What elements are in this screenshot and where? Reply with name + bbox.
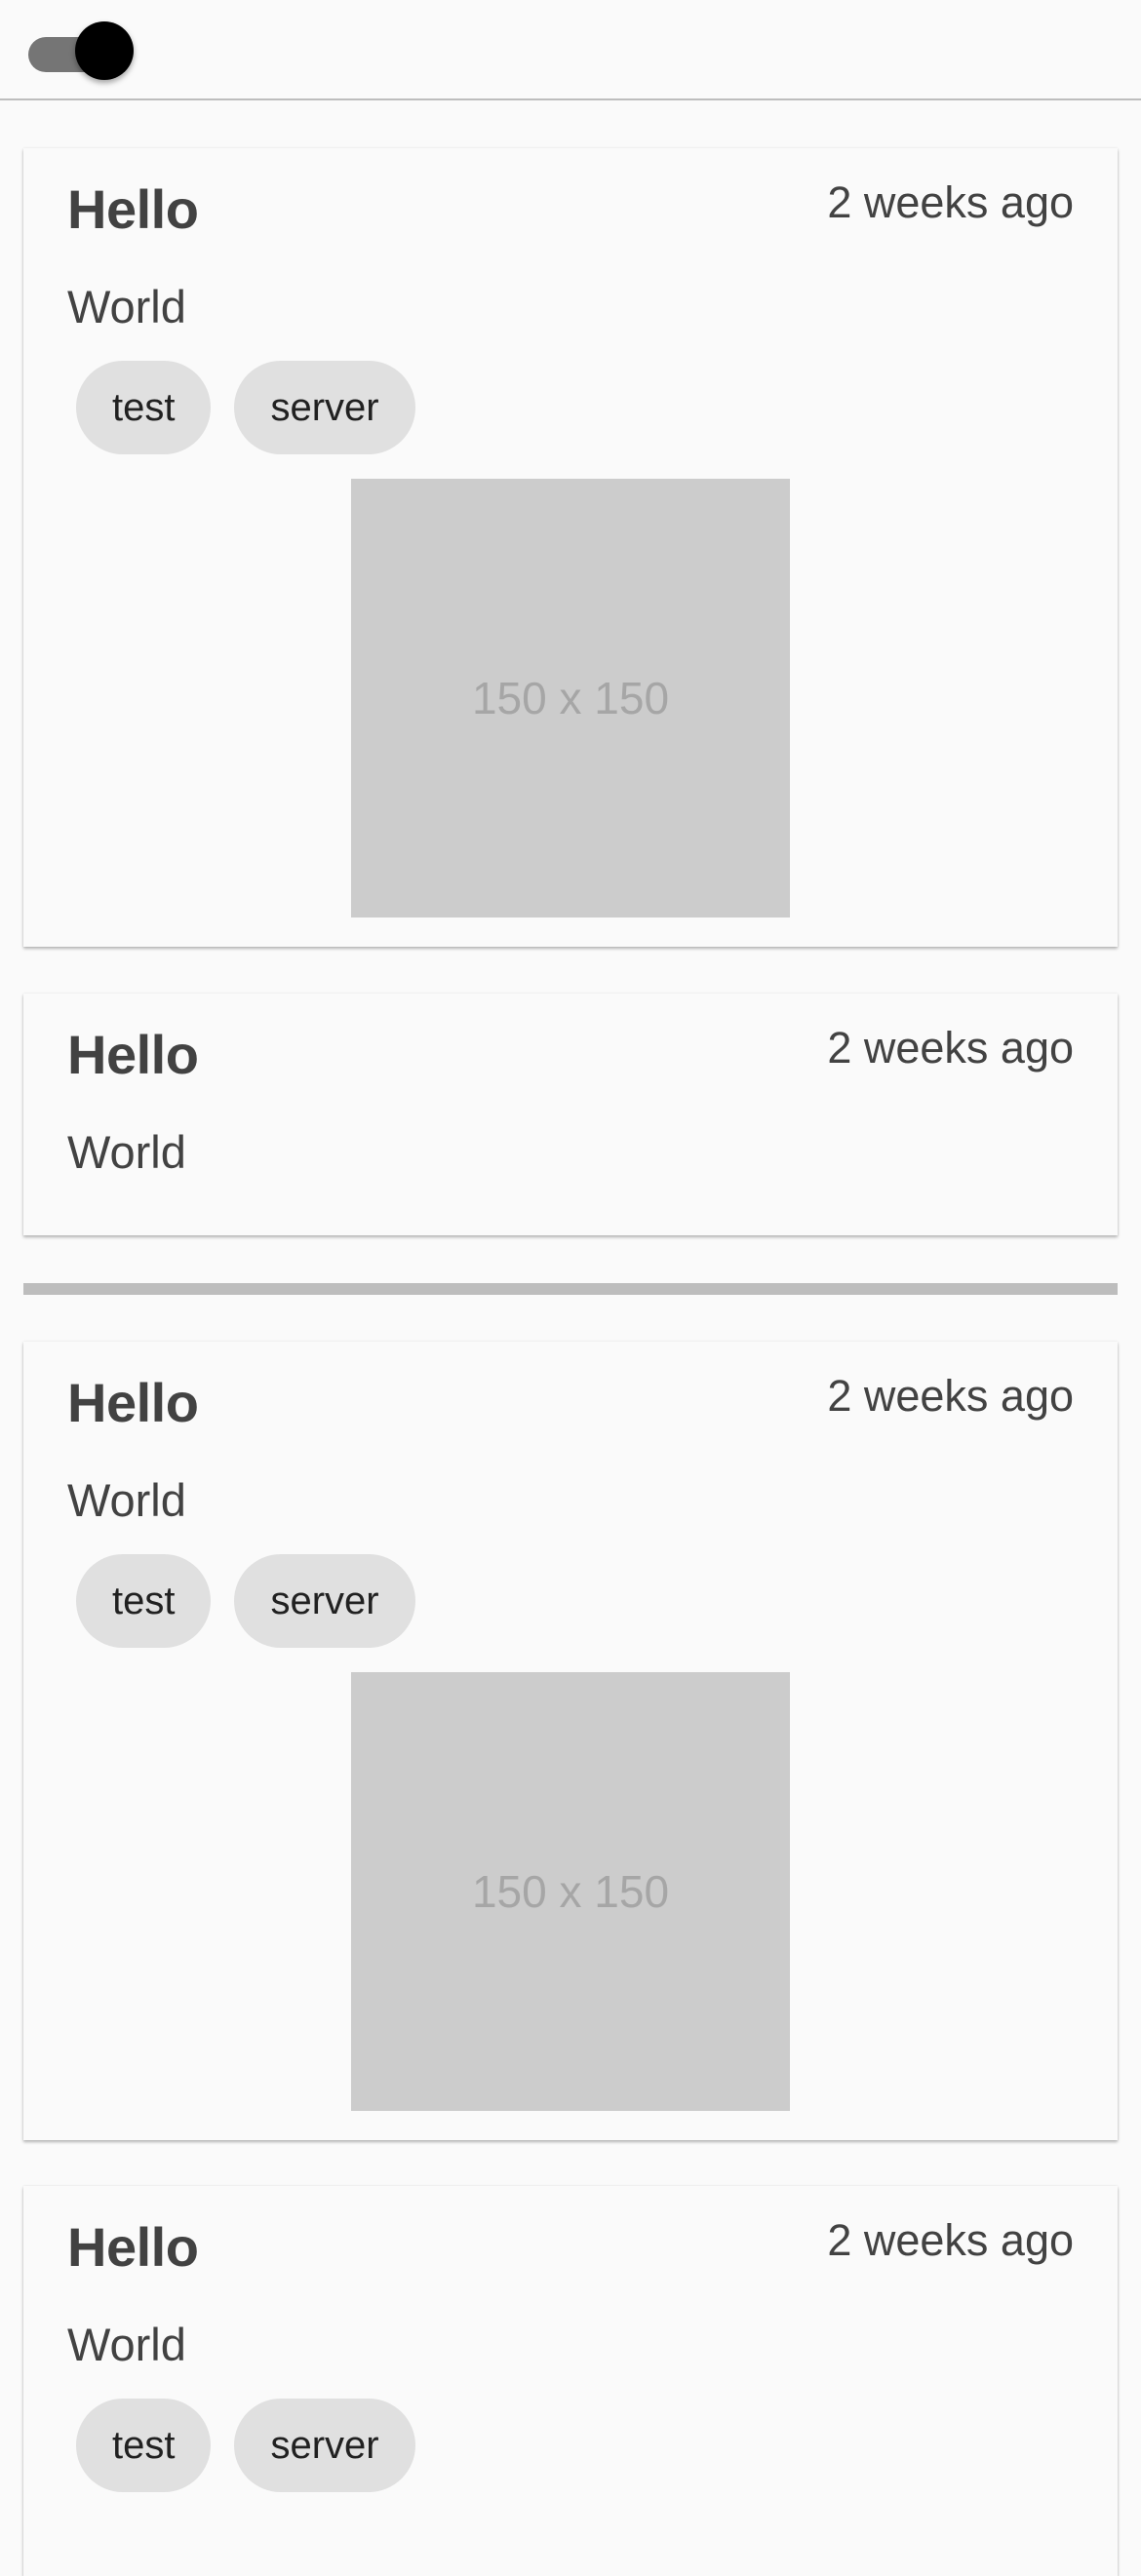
chip-list: test server	[76, 1554, 415, 1648]
mode-toggle[interactable]	[28, 21, 136, 80]
card-title: Hello	[67, 178, 199, 240]
toggle-thumb[interactable]	[75, 21, 134, 80]
card-body: World	[67, 1126, 186, 1178]
image-placeholder: 150 x 150	[351, 479, 790, 917]
card-body: World	[67, 2319, 186, 2370]
card-timestamp: 2 weeks ago	[827, 1371, 1074, 1421]
image-placeholder: 150 x 150	[351, 1672, 790, 2111]
card-title: Hello	[67, 1024, 199, 1085]
chip-list: test server	[76, 361, 415, 454]
post-card: Hello 2 weeks ago World test server 150 …	[23, 1342, 1118, 2140]
top-bar	[0, 0, 1141, 100]
chip-list: test server	[76, 2399, 415, 2492]
chip-test[interactable]: test	[76, 2399, 212, 2492]
section-divider	[23, 1283, 1118, 1295]
card-timestamp: 2 weeks ago	[827, 1023, 1074, 1073]
card-body: World	[67, 1474, 186, 1526]
card-timestamp: 2 weeks ago	[827, 2215, 1074, 2265]
chip-server[interactable]: server	[234, 1554, 415, 1648]
card-timestamp: 2 weeks ago	[827, 177, 1074, 227]
chip-test[interactable]: test	[76, 361, 212, 454]
post-card: Hello 2 weeks ago World	[23, 994, 1118, 1235]
chip-test[interactable]: test	[76, 1554, 212, 1648]
post-card: Hello 2 weeks ago World test server	[23, 2186, 1118, 2576]
post-card: Hello 2 weeks ago World test server 150 …	[23, 148, 1118, 947]
card-title: Hello	[67, 2216, 199, 2278]
card-body: World	[67, 281, 186, 332]
chip-server[interactable]: server	[234, 361, 415, 454]
card-title: Hello	[67, 1372, 199, 1433]
chip-server[interactable]: server	[234, 2399, 415, 2492]
